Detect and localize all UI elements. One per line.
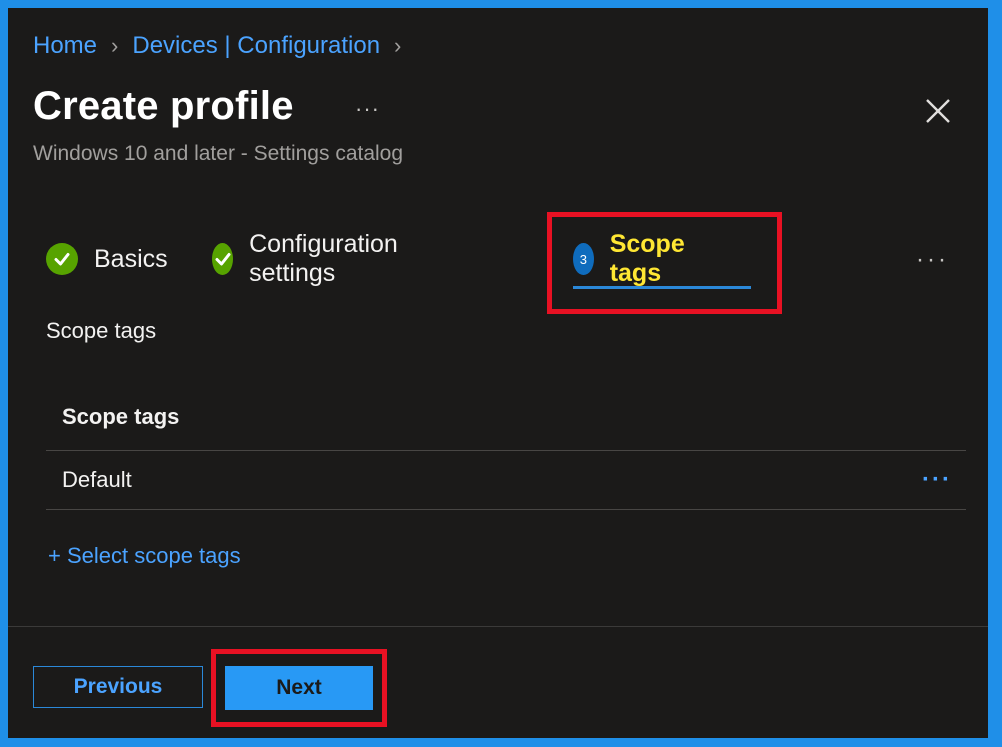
- highlight-box: [547, 212, 782, 314]
- table-row: Default ···: [46, 451, 966, 510]
- select-scope-tags-link[interactable]: + Select scope tags: [48, 543, 241, 569]
- breadcrumb-home[interactable]: Home: [33, 32, 97, 60]
- more-steps-icon[interactable]: ···: [916, 246, 949, 274]
- step-basics[interactable]: Basics: [46, 236, 168, 282]
- chevron-right-icon: ›: [394, 33, 402, 58]
- highlight-box: [211, 649, 387, 727]
- previous-button[interactable]: Previous: [33, 666, 203, 708]
- step-configuration-settings[interactable]: Configuration settings: [212, 230, 409, 287]
- page-subtitle: Windows 10 and later - Settings catalog: [33, 142, 404, 165]
- breadcrumb: Home › Devices | Configuration ›: [33, 32, 415, 60]
- close-icon[interactable]: [923, 96, 953, 126]
- table-header: Scope tags: [46, 384, 966, 451]
- row-more-icon[interactable]: ···: [922, 451, 952, 509]
- step-label: Configuration settings: [249, 230, 398, 287]
- section-label: Scope tags: [46, 318, 157, 343]
- breadcrumb-devices-configuration[interactable]: Devices | Configuration: [132, 32, 380, 60]
- more-options-icon[interactable]: ···: [355, 96, 380, 122]
- chevron-right-icon: ›: [111, 33, 119, 58]
- create-profile-panel: Home › Devices | Configuration › Create …: [8, 8, 988, 738]
- step-label: Basics: [94, 244, 168, 273]
- checkmark-icon: [46, 243, 78, 275]
- scope-tags-table: Scope tags Default ···: [46, 384, 966, 510]
- scope-tag-name: Default: [62, 467, 132, 492]
- footer-divider: [8, 626, 988, 627]
- page-title: Create profile: [33, 84, 294, 128]
- checkmark-icon: [212, 243, 234, 275]
